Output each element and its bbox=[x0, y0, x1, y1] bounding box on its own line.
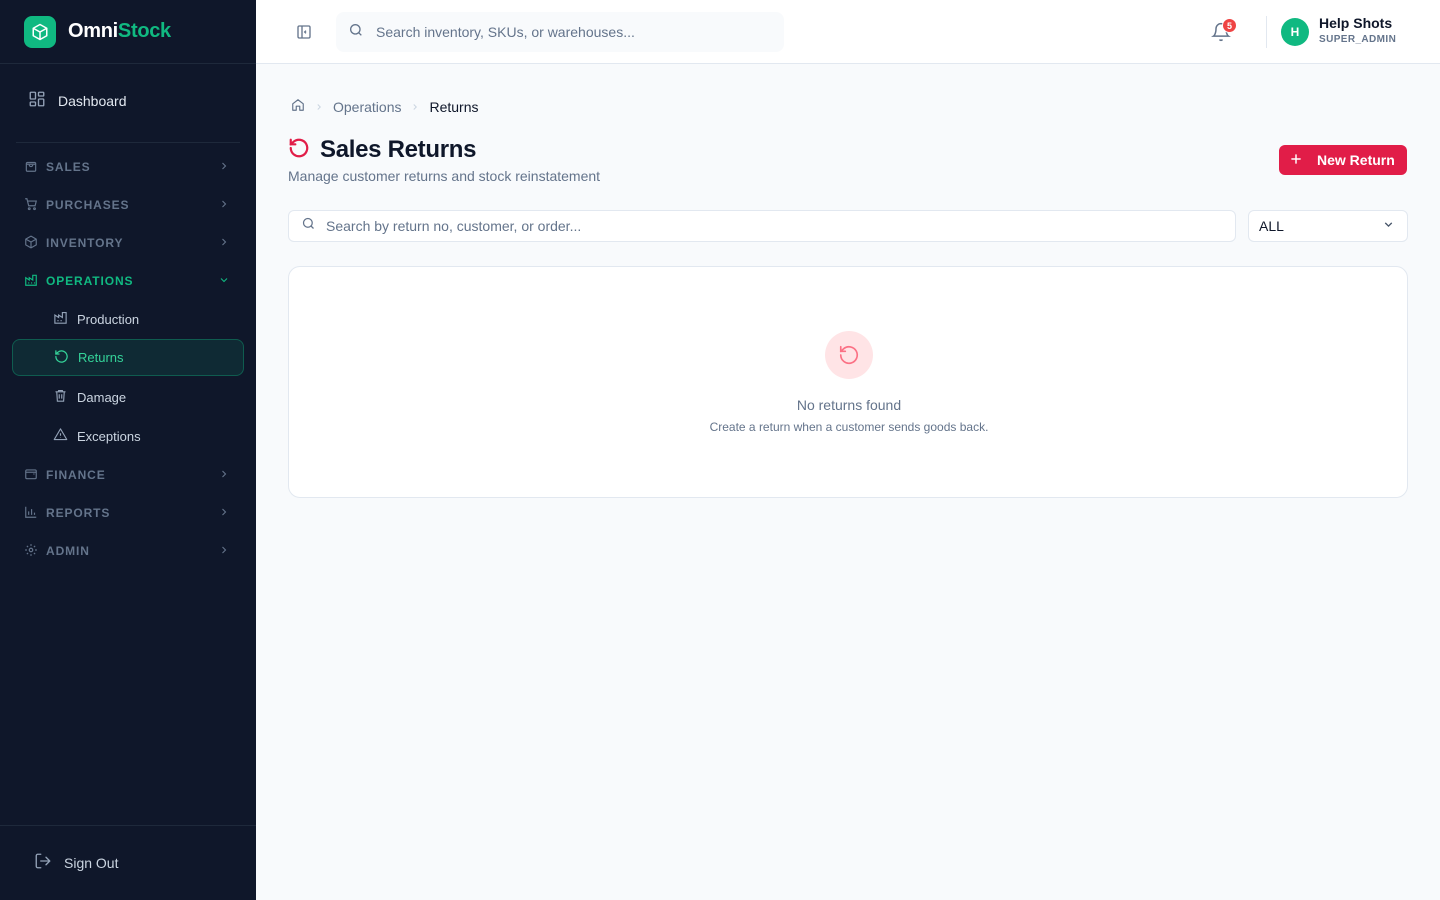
gear-icon bbox=[24, 543, 38, 560]
divider bbox=[1266, 16, 1267, 48]
search-icon bbox=[348, 22, 364, 43]
brand-name-part2: Stock bbox=[117, 20, 171, 42]
shopping-bag-icon bbox=[24, 159, 38, 176]
user-name[interactable]: Help Shots bbox=[1319, 15, 1392, 31]
chevron-right-icon bbox=[218, 468, 230, 483]
brand-name-part1: Omni bbox=[68, 20, 118, 42]
brand[interactable]: OmniStock bbox=[0, 0, 256, 64]
returns-search[interactable] bbox=[288, 210, 1236, 242]
user-role: SUPER_ADMIN bbox=[1319, 34, 1397, 45]
sidebar-group-inventory[interactable]: INVENTORY bbox=[12, 224, 244, 262]
chevron-right-icon bbox=[314, 99, 324, 115]
search-icon bbox=[301, 216, 316, 236]
sidebar-group-label: ADMIN bbox=[46, 544, 90, 558]
bar-chart-icon bbox=[24, 505, 38, 522]
box-logo-icon bbox=[24, 15, 56, 48]
sidebar-item-label: Damage bbox=[77, 389, 127, 405]
sidebar-item-production[interactable]: Production bbox=[12, 300, 244, 338]
warning-icon bbox=[53, 427, 68, 445]
returns-search-input[interactable] bbox=[326, 218, 1206, 234]
status-filter-value: ALL bbox=[1259, 218, 1284, 234]
sign-out-button[interactable]: Sign Out bbox=[0, 825, 256, 900]
breadcrumb-current: Returns bbox=[429, 98, 479, 115]
rotate-ccw-icon bbox=[288, 137, 310, 164]
trash-icon bbox=[53, 388, 68, 406]
sidebar-group-operations[interactable]: OPERATIONS bbox=[12, 262, 244, 300]
box-icon bbox=[24, 235, 38, 252]
breadcrumb: Operations Returns bbox=[291, 98, 479, 115]
avatar[interactable]: H bbox=[1281, 18, 1309, 46]
notification-badge: 5 bbox=[1222, 18, 1237, 33]
returns-list-card: No returns found Create a return when a … bbox=[288, 266, 1408, 498]
log-out-icon bbox=[34, 852, 52, 875]
sidebar-nav: SALES PURCHASES INVENTORY OPERATIONS Pro… bbox=[12, 148, 244, 570]
page-title: Sales Returns bbox=[320, 136, 477, 163]
sidebar-item-label: Production bbox=[77, 311, 140, 327]
status-filter-select[interactable]: ALL bbox=[1248, 210, 1408, 242]
sidebar-item-label: Dashboard bbox=[58, 93, 127, 109]
chevron-down-icon bbox=[1382, 218, 1395, 234]
sign-out-label: Sign Out bbox=[64, 855, 119, 871]
brand-name: OmniStock bbox=[68, 20, 171, 43]
sidebar-group-label: INVENTORY bbox=[46, 236, 124, 250]
sidebar-group-label: SALES bbox=[46, 160, 91, 174]
topbar: 5 H Help Shots SUPER_ADMIN bbox=[256, 0, 1440, 64]
sidebar-item-returns[interactable]: Returns bbox=[12, 339, 244, 376]
factory-icon bbox=[24, 273, 38, 290]
chevron-right-icon bbox=[218, 236, 230, 251]
divider bbox=[16, 142, 240, 143]
sidebar-group-label: PURCHASES bbox=[46, 198, 130, 212]
chevron-right-icon bbox=[218, 160, 230, 175]
page-header: Sales Returns bbox=[288, 136, 476, 164]
grid-icon bbox=[28, 90, 46, 113]
chevron-down-icon bbox=[218, 274, 230, 289]
sidebar-group-purchases[interactable]: PURCHASES bbox=[12, 186, 244, 224]
breadcrumb-operations[interactable]: Operations bbox=[333, 99, 401, 115]
global-search-input[interactable] bbox=[376, 24, 756, 40]
sidebar-group-label: FINANCE bbox=[46, 468, 106, 482]
chevron-right-icon bbox=[410, 99, 420, 115]
empty-state-description: Create a return when a customer sends go… bbox=[709, 420, 989, 434]
rotate-ccw-icon bbox=[54, 349, 69, 367]
sidebar-group-label: REPORTS bbox=[46, 506, 111, 520]
chevron-right-icon bbox=[218, 506, 230, 521]
sidebar-toggle-icon[interactable] bbox=[296, 24, 312, 40]
chevron-right-icon bbox=[218, 544, 230, 559]
page-subtitle: Manage customer returns and stock reinst… bbox=[288, 168, 601, 184]
sidebar-group-finance[interactable]: FINANCE bbox=[12, 456, 244, 494]
empty-state-title: No returns found bbox=[796, 397, 902, 413]
cart-icon bbox=[24, 197, 38, 214]
sidebar-item-label: Exceptions bbox=[77, 428, 141, 444]
new-return-button[interactable]: New Return bbox=[1279, 145, 1407, 175]
sidebar-item-exceptions[interactable]: Exceptions bbox=[12, 417, 244, 455]
global-search[interactable] bbox=[336, 12, 784, 52]
sidebar-item-dashboard[interactable]: Dashboard bbox=[16, 80, 240, 122]
sidebar: OmniStock Dashboard SALES PURCHASES INVE… bbox=[0, 0, 256, 900]
home-icon[interactable] bbox=[291, 98, 305, 115]
factory-icon bbox=[53, 310, 68, 328]
sidebar-group-reports[interactable]: REPORTS bbox=[12, 494, 244, 532]
sidebar-group-admin[interactable]: ADMIN bbox=[12, 532, 244, 570]
plus-icon bbox=[1289, 152, 1303, 169]
sidebar-item-damage[interactable]: Damage bbox=[12, 378, 244, 416]
new-return-label: New Return bbox=[1317, 152, 1395, 168]
chevron-right-icon bbox=[218, 198, 230, 213]
sidebar-group-sales[interactable]: SALES bbox=[12, 148, 244, 186]
sidebar-group-label: OPERATIONS bbox=[46, 274, 134, 288]
rotate-ccw-icon bbox=[825, 331, 873, 379]
wallet-icon bbox=[24, 467, 38, 484]
sidebar-item-label: Returns bbox=[78, 350, 124, 365]
